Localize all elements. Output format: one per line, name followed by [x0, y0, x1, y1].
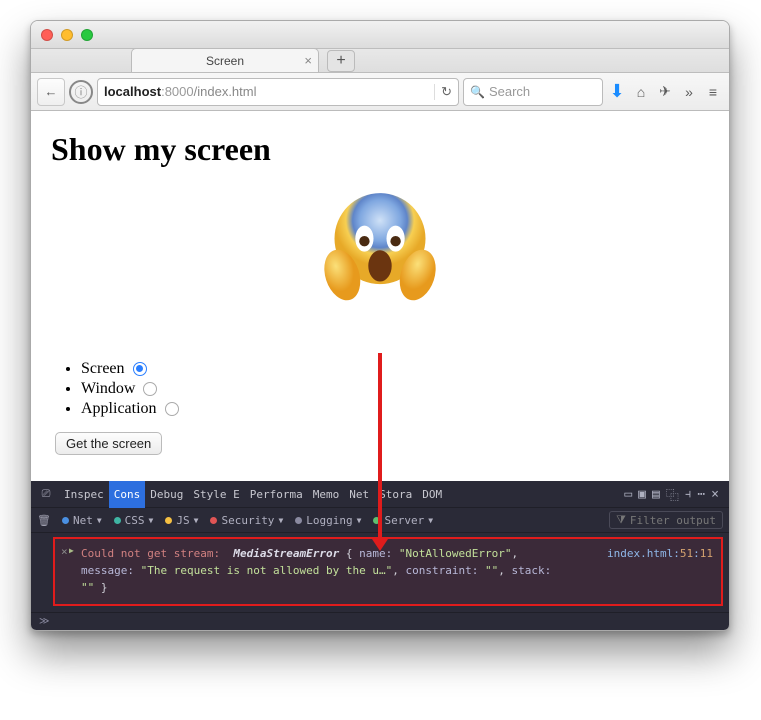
url-port: :8000	[161, 84, 194, 99]
filter-js[interactable]: JS ▼	[160, 513, 203, 528]
page-title: Show my screen	[51, 131, 709, 168]
get-screen-button[interactable]: Get the screen	[55, 432, 162, 455]
toolbar: ← ⓘ localhost:8000/index.html ↻ 🔍 Search…	[31, 73, 729, 111]
search-icon: 🔍	[470, 85, 485, 99]
media-option-window: Window	[81, 380, 709, 398]
filter-icon: ⧩	[616, 513, 626, 527]
filter-logging[interactable]: Logging ▼	[290, 513, 366, 528]
site-info-icon[interactable]: ⓘ	[69, 80, 93, 104]
radio-application[interactable]	[165, 402, 179, 416]
annotation-arrow	[378, 353, 382, 543]
overflow-icon[interactable]: »	[679, 84, 699, 100]
media-source-options: Screen Window Application	[81, 360, 709, 418]
console-error-message[interactable]: × ▶ index.html:51:11 Could not get strea…	[53, 537, 723, 606]
window-close-button[interactable]	[41, 29, 53, 41]
browser-tab[interactable]: Screen ×	[131, 48, 319, 72]
devtools-paint-icon[interactable]: ▤	[652, 487, 660, 502]
console-filter-input[interactable]: ⧩ Filter output	[609, 511, 723, 529]
devtools-tab-dom[interactable]: DOM	[417, 481, 447, 508]
window-minimize-button[interactable]	[61, 29, 73, 41]
expand-icon[interactable]: ▶	[69, 545, 74, 557]
message-dismiss-icon[interactable]: ×	[61, 543, 68, 560]
address-bar[interactable]: localhost:8000/index.html ↻	[97, 78, 459, 106]
devtools-command-icon[interactable]: ▭	[624, 487, 632, 502]
devtools-tab-style e[interactable]: Style E	[188, 481, 244, 508]
menu-icon[interactable]: ≡	[703, 84, 723, 100]
scream-emoji-icon	[315, 184, 445, 314]
browser-window: Screen × + ← ⓘ localhost:8000/index.html…	[30, 20, 730, 631]
url-path: /index.html	[194, 84, 257, 99]
reload-icon[interactable]: ↻	[434, 84, 452, 100]
downloads-icon[interactable]: ⬇	[607, 81, 627, 102]
devtools-tab-inspec[interactable]: Inspec	[59, 481, 109, 508]
home-icon[interactable]: ⌂	[631, 84, 651, 100]
page-content: Show my screen Scree	[31, 111, 729, 481]
media-option-screen: Screen	[81, 360, 709, 378]
back-button[interactable]: ←	[37, 78, 65, 106]
devtools-settings-icon[interactable]: ⋯	[697, 487, 705, 502]
filter-security[interactable]: Security ▼	[205, 513, 288, 528]
devtools-close-icon[interactable]: ×	[711, 487, 719, 502]
devtools-tab-memo[interactable]: Memo	[308, 481, 345, 508]
radio-screen[interactable]	[133, 362, 147, 376]
element-picker-icon[interactable]: ⎚	[35, 487, 57, 501]
search-input[interactable]: 🔍 Search	[463, 78, 603, 106]
window-maximize-button[interactable]	[81, 29, 93, 41]
new-tab-button[interactable]: +	[327, 50, 355, 72]
devtools-dock-icon[interactable]: ⫞	[685, 487, 692, 502]
filter-net[interactable]: Net ▼	[57, 513, 107, 528]
devtools-tab-debug[interactable]: Debug	[145, 481, 188, 508]
clear-console-icon[interactable]: 🗑	[37, 514, 51, 527]
media-option-application: Application	[81, 400, 709, 418]
tab-close-icon[interactable]: ×	[304, 53, 312, 68]
annotation-arrow-head	[372, 539, 388, 551]
url-host: localhost	[104, 84, 161, 99]
devtools-responsive-icon[interactable]: ▣	[638, 487, 646, 502]
radio-window[interactable]	[143, 382, 157, 396]
console-prompt[interactable]: ≫	[31, 612, 729, 630]
devtools-tab-net[interactable]: Net	[344, 481, 374, 508]
filter-css[interactable]: CSS ▼	[109, 513, 159, 528]
extensions-icon[interactable]: ✈	[655, 83, 675, 100]
devtools-tab-cons[interactable]: Cons	[109, 481, 146, 508]
tab-title: Screen	[206, 54, 244, 68]
titlebar	[31, 21, 729, 49]
devtools-tab-performa[interactable]: Performa	[245, 481, 308, 508]
devtools-split-icon[interactable]: ⿻	[666, 485, 679, 504]
tab-strip: Screen × +	[31, 49, 729, 73]
